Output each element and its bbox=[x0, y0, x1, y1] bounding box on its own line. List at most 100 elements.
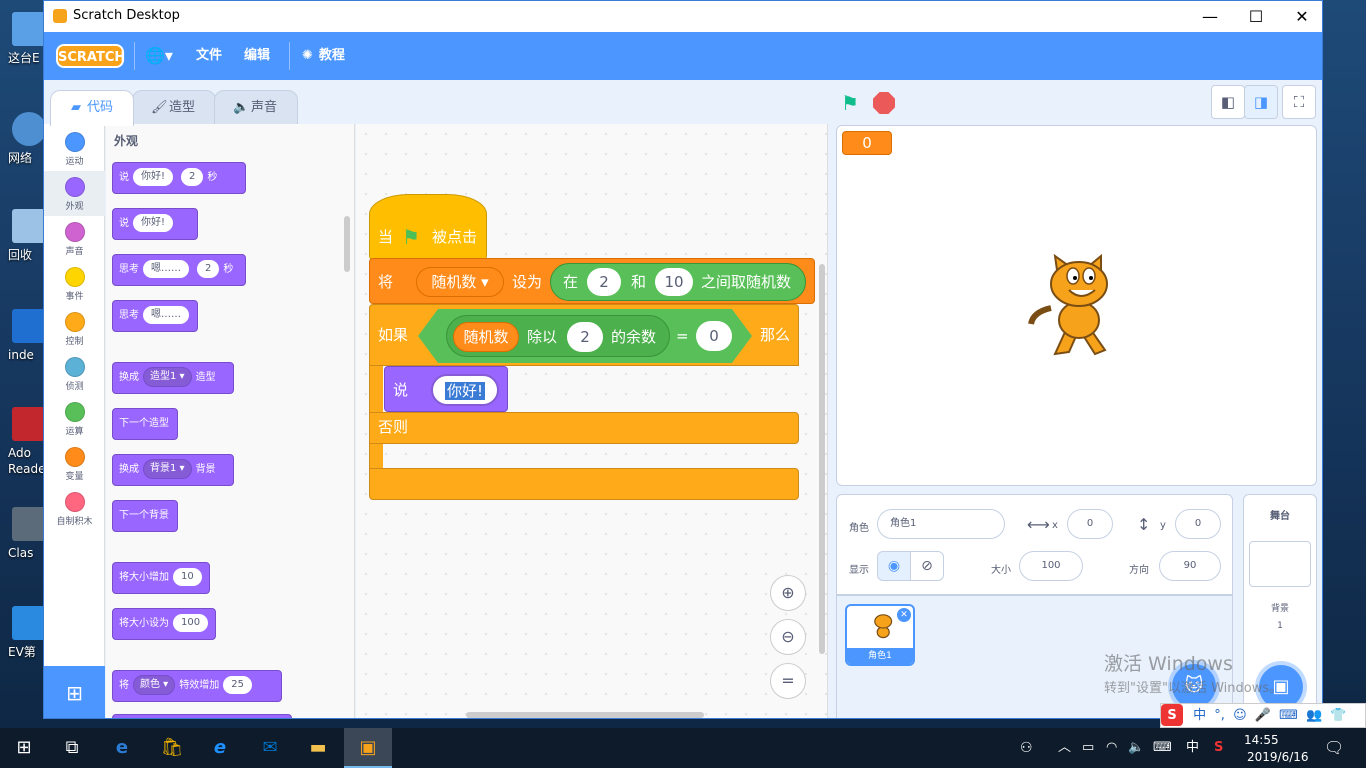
ime-chinese-mode[interactable]: 中 bbox=[1193, 708, 1206, 723]
taskbar-edge[interactable]: e bbox=[98, 728, 146, 768]
large-stage-button[interactable]: ◨ bbox=[1244, 85, 1278, 119]
scratch-logo[interactable]: SCRATCH bbox=[56, 44, 125, 68]
palette-block-say-secs[interactable]: 说你好! 2 秒 bbox=[112, 162, 246, 194]
desktop-icon-network[interactable]: 网络 bbox=[0, 108, 46, 188]
edit-menu[interactable]: 编辑 bbox=[244, 32, 270, 80]
variable-dropdown[interactable]: 随机数 ▾ bbox=[416, 267, 504, 297]
category-looks[interactable]: 外观 bbox=[44, 171, 105, 216]
equals-value-input[interactable]: 0 bbox=[696, 321, 732, 351]
sogou-icon[interactable]: S bbox=[1161, 704, 1183, 726]
show-sprite-button[interactable]: ◉ bbox=[877, 551, 911, 581]
ime-punctuation[interactable]: °, bbox=[1214, 708, 1225, 723]
desktop-icon-this-pc[interactable]: 这台E bbox=[0, 8, 46, 88]
touch-keyboard-icon[interactable]: ⌨ bbox=[1153, 728, 1172, 768]
say-block[interactable]: 说 你好! bbox=[384, 366, 508, 412]
taskbar-file-explorer[interactable]: ▬ bbox=[294, 728, 342, 768]
palette-scrollbar[interactable] bbox=[344, 216, 350, 272]
palette-block-say[interactable]: 说你好! bbox=[112, 208, 198, 240]
minimize-button[interactable]: — bbox=[1187, 1, 1233, 32]
palette-block-think[interactable]: 思考 嗯…… bbox=[112, 300, 198, 332]
category-events[interactable]: 事件 bbox=[44, 261, 105, 306]
file-menu[interactable]: 文件 bbox=[196, 32, 222, 80]
clock-date[interactable]: 2019/6/16 bbox=[1247, 737, 1309, 768]
tray-chevron-up-icon[interactable]: ︿ bbox=[1058, 728, 1071, 768]
tutorials-menu[interactable]: ✺ 教程 bbox=[302, 32, 345, 80]
sprite-name-input[interactable]: 角色1 bbox=[877, 509, 1005, 539]
task-view-button[interactable]: ⧉ bbox=[48, 728, 96, 768]
scratch-cat-sprite[interactable] bbox=[1025, 254, 1125, 358]
tab-costumes[interactable]: 🖌造型 bbox=[132, 90, 216, 126]
input-language[interactable]: 中 bbox=[1186, 728, 1199, 768]
random-operator-reporter[interactable]: 在 2 和 10 之间取随机数 bbox=[550, 263, 806, 301]
start-button[interactable]: ⊞ bbox=[0, 728, 48, 768]
direction-input[interactable]: 90 bbox=[1159, 551, 1221, 581]
delete-sprite-icon[interactable]: ✕ bbox=[897, 608, 911, 622]
stop-button[interactable] bbox=[873, 92, 895, 114]
desktop-icon-ie[interactable]: inde bbox=[0, 305, 46, 385]
keyboard-icon[interactable]: ⌨ bbox=[1279, 708, 1298, 723]
equals-operator-reporter[interactable]: 随机数 除以 2 的余数 = 0 bbox=[418, 309, 752, 363]
zoom-reset-button[interactable]: = bbox=[770, 663, 806, 699]
palette-block-next-backdrop[interactable]: 下一个背景 bbox=[112, 500, 178, 532]
tab-code[interactable]: ▰ 代码 bbox=[50, 90, 134, 126]
desktop-icon-ev-recorder[interactable]: EV第 bbox=[0, 602, 46, 682]
zoom-out-button[interactable]: ⊖ bbox=[770, 619, 806, 655]
mod-divisor-input[interactable]: 2 bbox=[567, 322, 603, 352]
fullscreen-button[interactable]: ⛶ bbox=[1282, 85, 1316, 119]
small-stage-button[interactable]: ◧ bbox=[1211, 85, 1245, 119]
category-sensing[interactable]: 侦测 bbox=[44, 351, 105, 396]
category-control[interactable]: 控制 bbox=[44, 306, 105, 351]
tab-sounds[interactable]: 🔈 声音 bbox=[214, 90, 298, 126]
mod-operator-reporter[interactable]: 随机数 除以 2 的余数 bbox=[446, 315, 670, 357]
language-menu[interactable]: 🌐▾ bbox=[145, 32, 173, 80]
desktop-icon-recycle-bin[interactable]: 回收 bbox=[0, 205, 46, 285]
y-position-input[interactable]: 0 bbox=[1175, 509, 1221, 539]
taskbar-scratch[interactable]: ▣ bbox=[344, 728, 392, 768]
notification-icon[interactable]: 🗨 bbox=[1324, 728, 1344, 768]
category-variables[interactable]: 变量 bbox=[44, 441, 105, 486]
category-sound[interactable]: 声音 bbox=[44, 216, 105, 261]
random-variable-reporter[interactable]: 随机数 bbox=[453, 322, 519, 352]
battery-icon[interactable]: ▭ bbox=[1082, 728, 1094, 768]
when-flag-clicked-block[interactable]: 当 ⚑ 被点击 bbox=[369, 194, 487, 260]
backdrop-thumbnail[interactable] bbox=[1249, 541, 1311, 587]
palette-block-switch-costume[interactable]: 换成 造型1 ▾ 造型 bbox=[112, 362, 234, 394]
taskbar-outlook[interactable]: ✉ bbox=[246, 728, 294, 768]
palette-block-set-size[interactable]: 将大小设为 100 bbox=[112, 608, 216, 640]
green-flag-button[interactable]: ⚑ bbox=[841, 92, 863, 114]
hide-sprite-button[interactable]: ⊘ bbox=[910, 551, 944, 581]
skin-icon[interactable]: 👕 bbox=[1330, 708, 1346, 723]
size-input[interactable]: 100 bbox=[1019, 551, 1083, 581]
if-else-block[interactable]: 如果 随机数 除以 2 的余数 = 0 那么 bbox=[369, 304, 799, 366]
sogou-tray-icon[interactable]: S bbox=[1214, 728, 1223, 768]
category-my-blocks[interactable]: 自制积木 bbox=[44, 486, 105, 531]
random-to-input[interactable]: 10 bbox=[655, 268, 693, 296]
script-vertical-scrollbar[interactable] bbox=[819, 264, 825, 654]
sprite-thumbnail[interactable]: ✕ 角色1 bbox=[845, 604, 915, 666]
desktop-icon-adobe-reader[interactable]: Ado Reade bbox=[0, 403, 46, 493]
x-position-input[interactable]: 0 bbox=[1067, 509, 1113, 539]
category-motion[interactable]: 运动 bbox=[44, 126, 105, 171]
title-bar[interactable]: Scratch Desktop — ☐ ✕ bbox=[44, 1, 1322, 32]
category-operators[interactable]: 运算 bbox=[44, 396, 105, 441]
say-text-input[interactable]: 你好! bbox=[431, 374, 499, 406]
wifi-icon[interactable]: ◠ bbox=[1106, 728, 1117, 768]
people-icon[interactable]: ⚇ bbox=[1020, 728, 1033, 768]
add-extension-button[interactable]: ⊞ bbox=[44, 666, 105, 718]
maximize-button[interactable]: ☐ bbox=[1233, 1, 1279, 32]
else-section[interactable]: 否则 bbox=[369, 412, 799, 444]
desktop-icon-classin[interactable]: Clas bbox=[0, 503, 46, 583]
palette-block-next-costume[interactable]: 下一个造型 bbox=[112, 408, 178, 440]
volume-icon[interactable]: 🔈 bbox=[1128, 728, 1144, 768]
set-variable-block[interactable]: 将 随机数 ▾ 设为 在 2 和 10 之间取随机数 bbox=[369, 258, 815, 304]
script-horizontal-scrollbar[interactable] bbox=[466, 712, 704, 718]
users-icon[interactable]: 👥 bbox=[1306, 708, 1322, 723]
random-from-input[interactable]: 2 bbox=[587, 268, 621, 296]
palette-block-change-effect[interactable]: 将颜色 ▾ 特效增加 25 bbox=[112, 670, 282, 702]
palette-block-switch-backdrop[interactable]: 换成 背景1 ▾ 背景 bbox=[112, 454, 234, 486]
stage-canvas[interactable]: 0 bbox=[836, 125, 1317, 486]
palette-block-think-secs[interactable]: 思考 嗯…… 2 秒 bbox=[112, 254, 246, 286]
zoom-in-button[interactable]: ⊕ bbox=[770, 575, 806, 611]
taskbar-store[interactable]: 🛍 bbox=[148, 728, 196, 768]
palette-block-change-size[interactable]: 将大小增加 10 bbox=[112, 562, 210, 594]
